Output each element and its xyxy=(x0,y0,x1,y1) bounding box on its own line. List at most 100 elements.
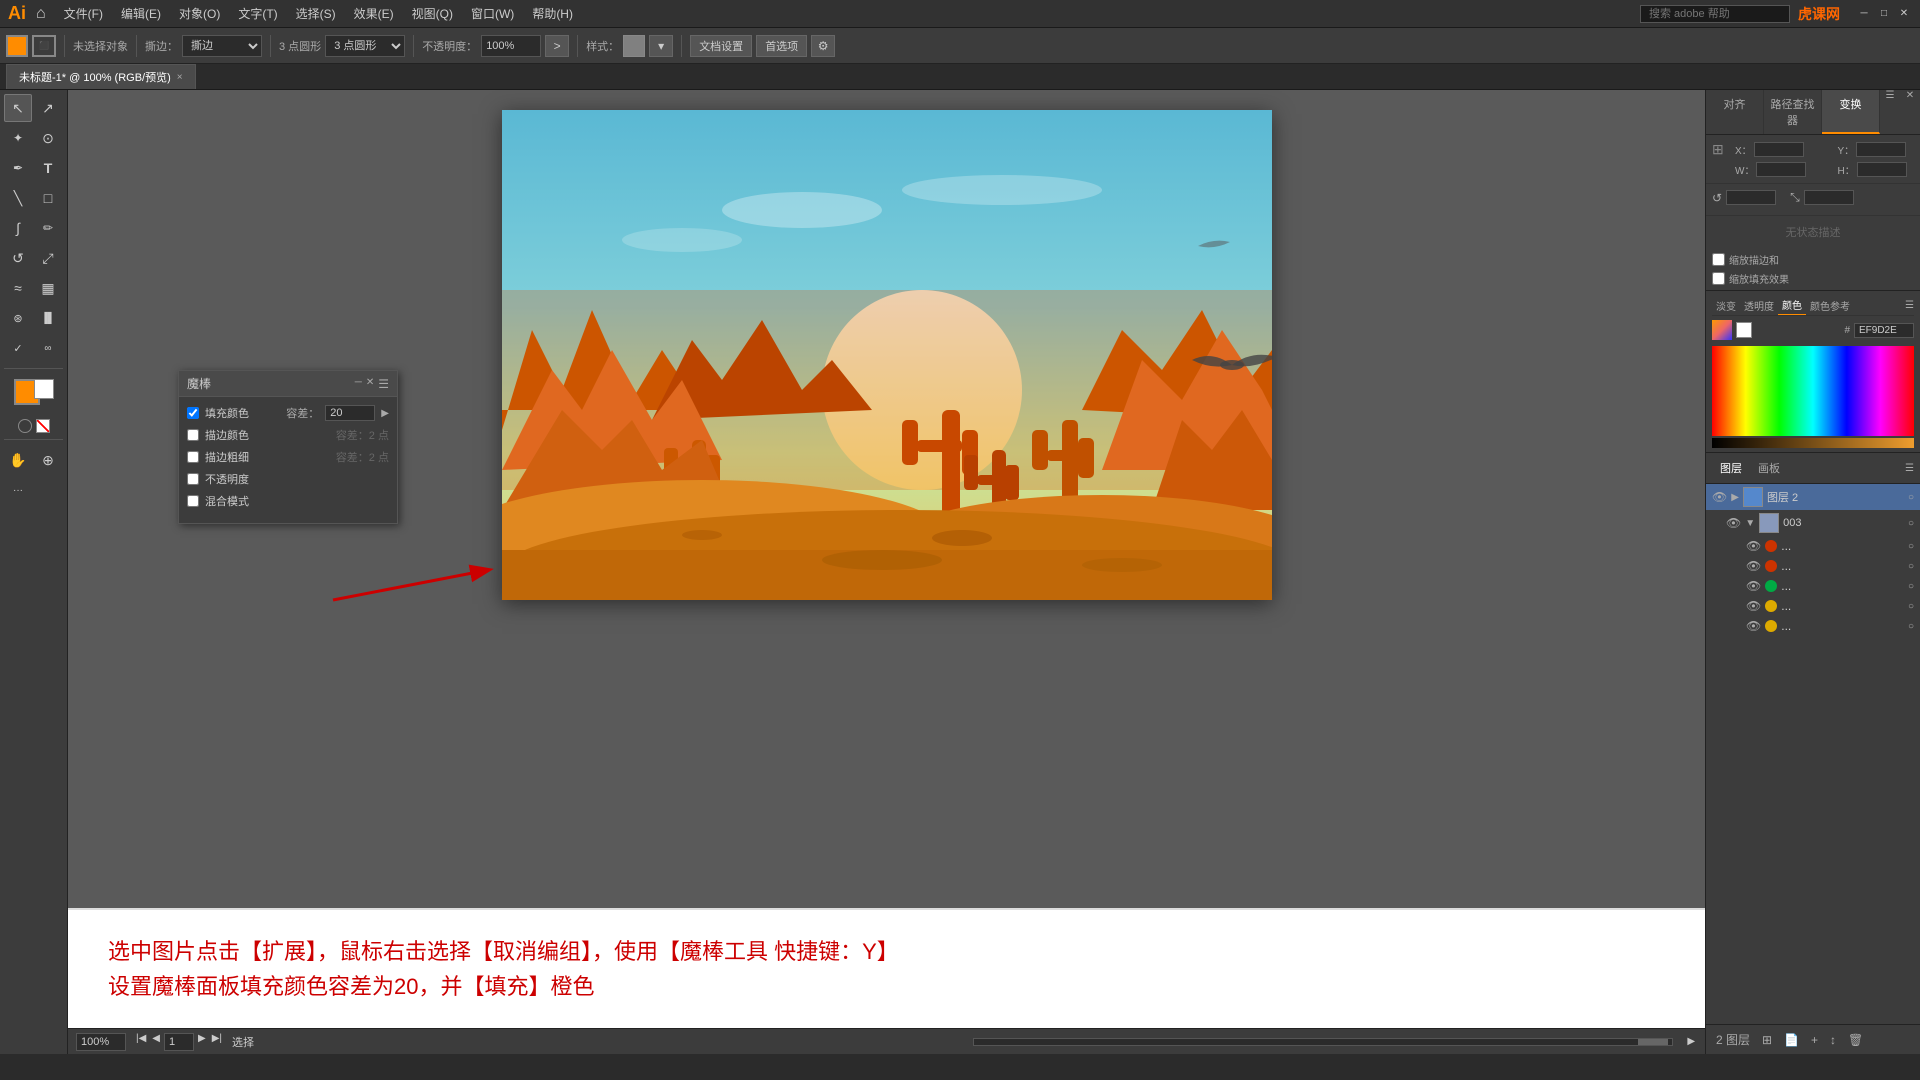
first-page-button[interactable]: |◀ xyxy=(134,1033,148,1051)
minimize-button[interactable]: ─ xyxy=(1856,6,1872,22)
layers-tab[interactable]: 图层 xyxy=(1712,457,1750,479)
color-item-red[interactable]: 👁 ... ○ xyxy=(1706,536,1920,556)
symbol-tool-button[interactable]: ⊛ xyxy=(4,304,32,332)
stroke-icon[interactable]: ⬛ xyxy=(32,35,56,57)
blend-tool-button[interactable]: ∞ xyxy=(34,334,62,362)
color-red-visibility[interactable]: 👁 xyxy=(1746,539,1761,553)
color-item-green[interactable]: 👁 ... ○ xyxy=(1706,576,1920,596)
layer-2-expand[interactable]: ▶ xyxy=(1731,492,1739,503)
transform-tab[interactable]: 变换 xyxy=(1822,90,1880,134)
rotate-tool-button[interactable]: ↺ xyxy=(4,244,32,272)
zoom-tool-button[interactable]: ⊕ xyxy=(34,446,62,474)
tab-close-button[interactable]: × xyxy=(177,72,183,83)
color-tab-active[interactable]: 颜色 xyxy=(1778,295,1806,315)
background-color[interactable] xyxy=(34,379,54,399)
swap-colors-button[interactable] xyxy=(36,419,50,433)
scale-corner-checkbox[interactable] xyxy=(1712,272,1725,285)
align-tab[interactable]: 对齐 xyxy=(1706,90,1764,134)
layer-2-item[interactable]: 👁 ▶ 图层 2 ○ xyxy=(1706,484,1920,510)
scale-tool-button[interactable]: ⤢ xyxy=(34,244,62,272)
panel-close-button[interactable]: ✕ xyxy=(366,377,374,391)
prefs-button[interactable]: 首选项 xyxy=(756,35,807,57)
lasso-tool-button[interactable]: ⊙ xyxy=(34,124,62,152)
tint-tab[interactable]: 淡变 xyxy=(1712,296,1740,315)
column-graph-tool-button[interactable]: ▐▌ xyxy=(34,304,62,332)
color-yellow2-visibility[interactable]: 👁 xyxy=(1746,619,1761,633)
search-input[interactable] xyxy=(1640,5,1790,23)
zoom-input[interactable] xyxy=(76,1033,126,1051)
rotation-input[interactable] xyxy=(1726,190,1776,205)
menu-effect[interactable]: 效果(E) xyxy=(346,3,402,24)
warp-tool-button[interactable]: ≈ xyxy=(4,274,32,302)
scale-strokes-checkbox[interactable] xyxy=(1712,253,1725,266)
style-color-box[interactable] xyxy=(623,35,645,57)
opacity-tab[interactable]: 透明度 xyxy=(1740,296,1778,315)
panel-menu-icon[interactable]: ☰ xyxy=(1880,90,1900,134)
pencil-tool-button[interactable]: ✏ xyxy=(34,214,62,242)
sublayer-003-expand[interactable]: ▼ xyxy=(1745,518,1755,529)
direct-selection-tool-button[interactable]: ↗ xyxy=(34,94,62,122)
color-item-yellow2[interactable]: 👁 ... ○ xyxy=(1706,616,1920,636)
opacity-input[interactable] xyxy=(481,35,541,57)
color-item-yellow[interactable]: 👁 ... ○ xyxy=(1706,596,1920,616)
fill-color-checkbox[interactable] xyxy=(187,407,199,419)
next-page-button[interactable]: ▶ xyxy=(196,1033,208,1051)
menu-view[interactable]: 视图(Q) xyxy=(404,3,461,24)
color-yellow-visibility[interactable]: 👁 xyxy=(1746,599,1761,613)
horizontal-scrollbar[interactable] xyxy=(973,1038,1674,1046)
sublayer-003-item[interactable]: 👁 ▼ 003 ○ xyxy=(1706,510,1920,536)
rect-tool-button[interactable]: □ xyxy=(34,184,62,212)
hex-input[interactable] xyxy=(1854,323,1914,338)
last-page-button[interactable]: ▶| xyxy=(210,1033,224,1051)
artboard-tab[interactable]: 画板 xyxy=(1750,457,1788,479)
document-tab[interactable]: 未标题-1* @ 100% (RGB/预览) × xyxy=(6,64,196,89)
hand-tool-button[interactable]: ✋ xyxy=(4,446,32,474)
new-layer-button[interactable]: + xyxy=(1807,1031,1822,1049)
y-input[interactable] xyxy=(1856,142,1906,157)
move-layer-button[interactable]: ↕ xyxy=(1826,1031,1840,1049)
panel-close-icon[interactable]: ✕ xyxy=(1900,90,1920,134)
panel-pin-button[interactable]: ─ xyxy=(355,377,362,391)
add-layer-button[interactable]: 📄 xyxy=(1780,1031,1803,1049)
home-icon[interactable]: ⌂ xyxy=(36,5,46,23)
canvas-wrapper[interactable]: 魔棒 ─ ✕ ☰ 填充颜色 容差： ▶ xyxy=(68,90,1705,908)
doc-settings-button[interactable]: 文档设置 xyxy=(690,35,752,57)
opacity-checkbox[interactable] xyxy=(187,473,199,485)
color-gradient-swatch[interactable] xyxy=(1712,320,1732,340)
close-button[interactable]: ✕ xyxy=(1896,6,1912,22)
menu-file[interactable]: 文件(F) xyxy=(56,3,111,24)
color-brightness-strip[interactable] xyxy=(1712,438,1914,448)
page-input[interactable] xyxy=(164,1033,194,1051)
scroll-right-button[interactable]: ▶ xyxy=(1685,1036,1697,1047)
paintbrush-tool-button[interactable]: ∫ xyxy=(4,214,32,242)
no-color-button[interactable] xyxy=(18,419,32,433)
panel-menu-button[interactable]: ☰ xyxy=(378,377,389,391)
selection-tool-button[interactable]: ↖ xyxy=(4,94,32,122)
menu-select[interactable]: 选择(S) xyxy=(288,3,344,24)
menu-object[interactable]: 对象(O) xyxy=(171,3,228,24)
pen-tool-button[interactable]: ✒ xyxy=(4,154,32,182)
make-clip-button[interactable]: ⊞ xyxy=(1758,1031,1776,1049)
fill-tolerance-input[interactable] xyxy=(325,405,375,421)
color-ref-tab[interactable]: 颜色参考 xyxy=(1806,296,1854,315)
maximize-button[interactable]: □ xyxy=(1876,6,1892,22)
type-tool-button[interactable]: T xyxy=(34,154,62,182)
white-swatch[interactable] xyxy=(1736,322,1752,338)
eyedropper-tool-button[interactable]: ✓ xyxy=(4,334,32,362)
fill-tolerance-expand[interactable]: ▶ xyxy=(381,408,389,419)
prev-page-button[interactable]: ◀ xyxy=(150,1033,162,1051)
w-input[interactable] xyxy=(1756,162,1806,177)
sublayer-003-visibility[interactable]: 👁 xyxy=(1726,516,1741,530)
color-item-red2[interactable]: 👁 ... ○ xyxy=(1706,556,1920,576)
skew-input[interactable] xyxy=(1804,190,1854,205)
delete-layer-button[interactable]: 🗑 xyxy=(1844,1031,1867,1049)
fill-color-box[interactable] xyxy=(6,35,28,57)
color-green-visibility[interactable]: 👁 xyxy=(1746,579,1761,593)
blend-mode-checkbox[interactable] xyxy=(187,495,199,507)
prefs-expand-icon[interactable]: ⚙ xyxy=(811,35,835,57)
opacity-expand-icon[interactable]: > xyxy=(545,35,569,57)
menu-window[interactable]: 窗口(W) xyxy=(463,3,522,24)
menu-edit[interactable]: 编辑(E) xyxy=(113,3,169,24)
line-tool-button[interactable]: ╲ xyxy=(4,184,32,212)
stroke-width-checkbox[interactable] xyxy=(187,451,199,463)
